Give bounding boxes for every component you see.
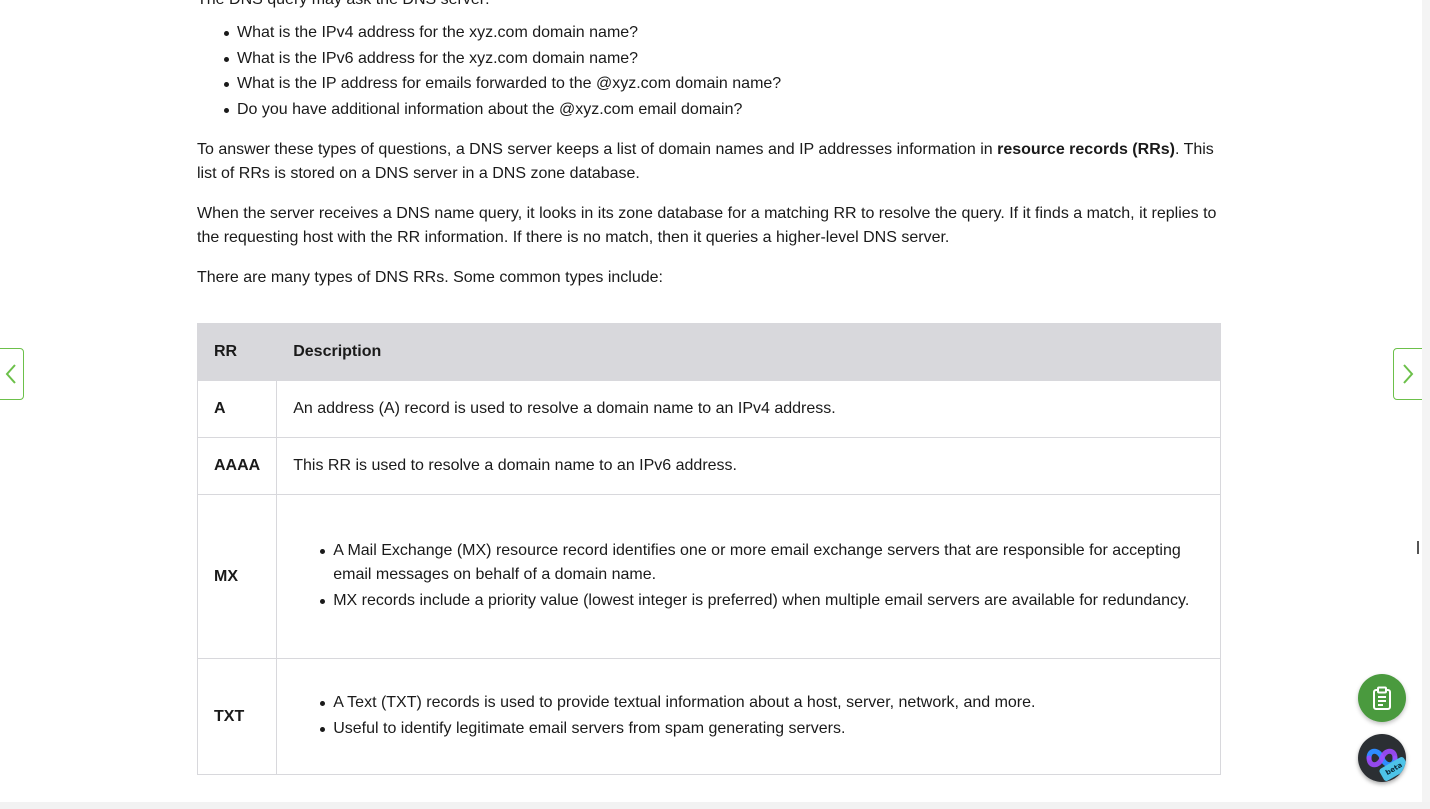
table-row: TXT A Text (TXT) records is used to prov… [196,658,1221,775]
bottom-bar [0,802,1430,809]
scrollbar-track[interactable] [1422,0,1430,809]
rr-description-cell: This RR is used to resolve a domain name… [276,437,1221,495]
list-item: Do you have additional information about… [224,97,1221,123]
webex-assistant-button[interactable]: beta [1358,734,1406,782]
chevron-right-icon [1403,364,1414,384]
paragraph-resource-records: To answer these types of questions, a DN… [197,138,1221,186]
paragraph-query-lookup: When the server receives a DNS name quer… [197,205,1217,246]
table-row: A An address (A) record is used to resol… [196,380,1221,438]
list-item: A Text (TXT) records is used to provide … [320,691,1204,715]
rr-description-cell: A Text (TXT) records is used to provide … [276,658,1221,775]
column-header-description: Description [276,323,1221,381]
list-item: What is the IP address for emails forwar… [224,71,1221,97]
main-content: The DNS query may ask the DNS server: Wh… [196,0,1221,775]
clipboard-icon [1373,686,1391,710]
list-item: A Mail Exchange (MX) resource record ide… [320,539,1204,587]
column-header-rr: RR [196,323,278,381]
rr-type-cell: AAAA [196,437,278,495]
description-list: A Text (TXT) records is used to provide … [293,691,1204,741]
rr-table: RR Description A An address (A) record i… [196,323,1221,775]
list-item: Useful to identify legitimate email serv… [320,717,1204,741]
rr-type-cell: TXT [196,658,278,775]
paragraph-text: To answer these types of questions, a DN… [197,141,998,158]
description-list: A Mail Exchange (MX) resource record ide… [293,539,1204,613]
intro-text: The DNS query may ask the DNS server: [197,0,1221,12]
table-header-row: RR Description [196,323,1221,381]
paragraph-types-intro: There are many types of DNS RRs. Some co… [197,269,663,286]
rr-description-cell: An address (A) record is used to resolve… [276,380,1221,438]
list-item: MX records include a priority value (low… [320,589,1204,613]
notes-button[interactable] [1358,674,1406,722]
rr-type-cell: MX [196,494,278,659]
page: The DNS query may ask the DNS server: Wh… [0,0,1430,809]
table-row: MX A Mail Exchange (MX) resource record … [196,494,1221,659]
text-cursor [1417,541,1419,554]
chevron-left-icon [5,364,16,384]
previous-page-button[interactable] [0,348,24,400]
list-item: What is the IPv6 address for the xyz.com… [224,46,1221,72]
rr-type-cell: A [196,380,278,438]
question-list: What is the IPv4 address for the xyz.com… [197,20,1221,122]
next-page-button[interactable] [1393,348,1423,400]
bold-term: resource records (RRs) [997,141,1175,158]
rr-description-cell: A Mail Exchange (MX) resource record ide… [276,494,1221,659]
list-item: What is the IPv4 address for the xyz.com… [224,20,1221,46]
table-row: AAAA This RR is used to resolve a domain… [196,437,1221,495]
